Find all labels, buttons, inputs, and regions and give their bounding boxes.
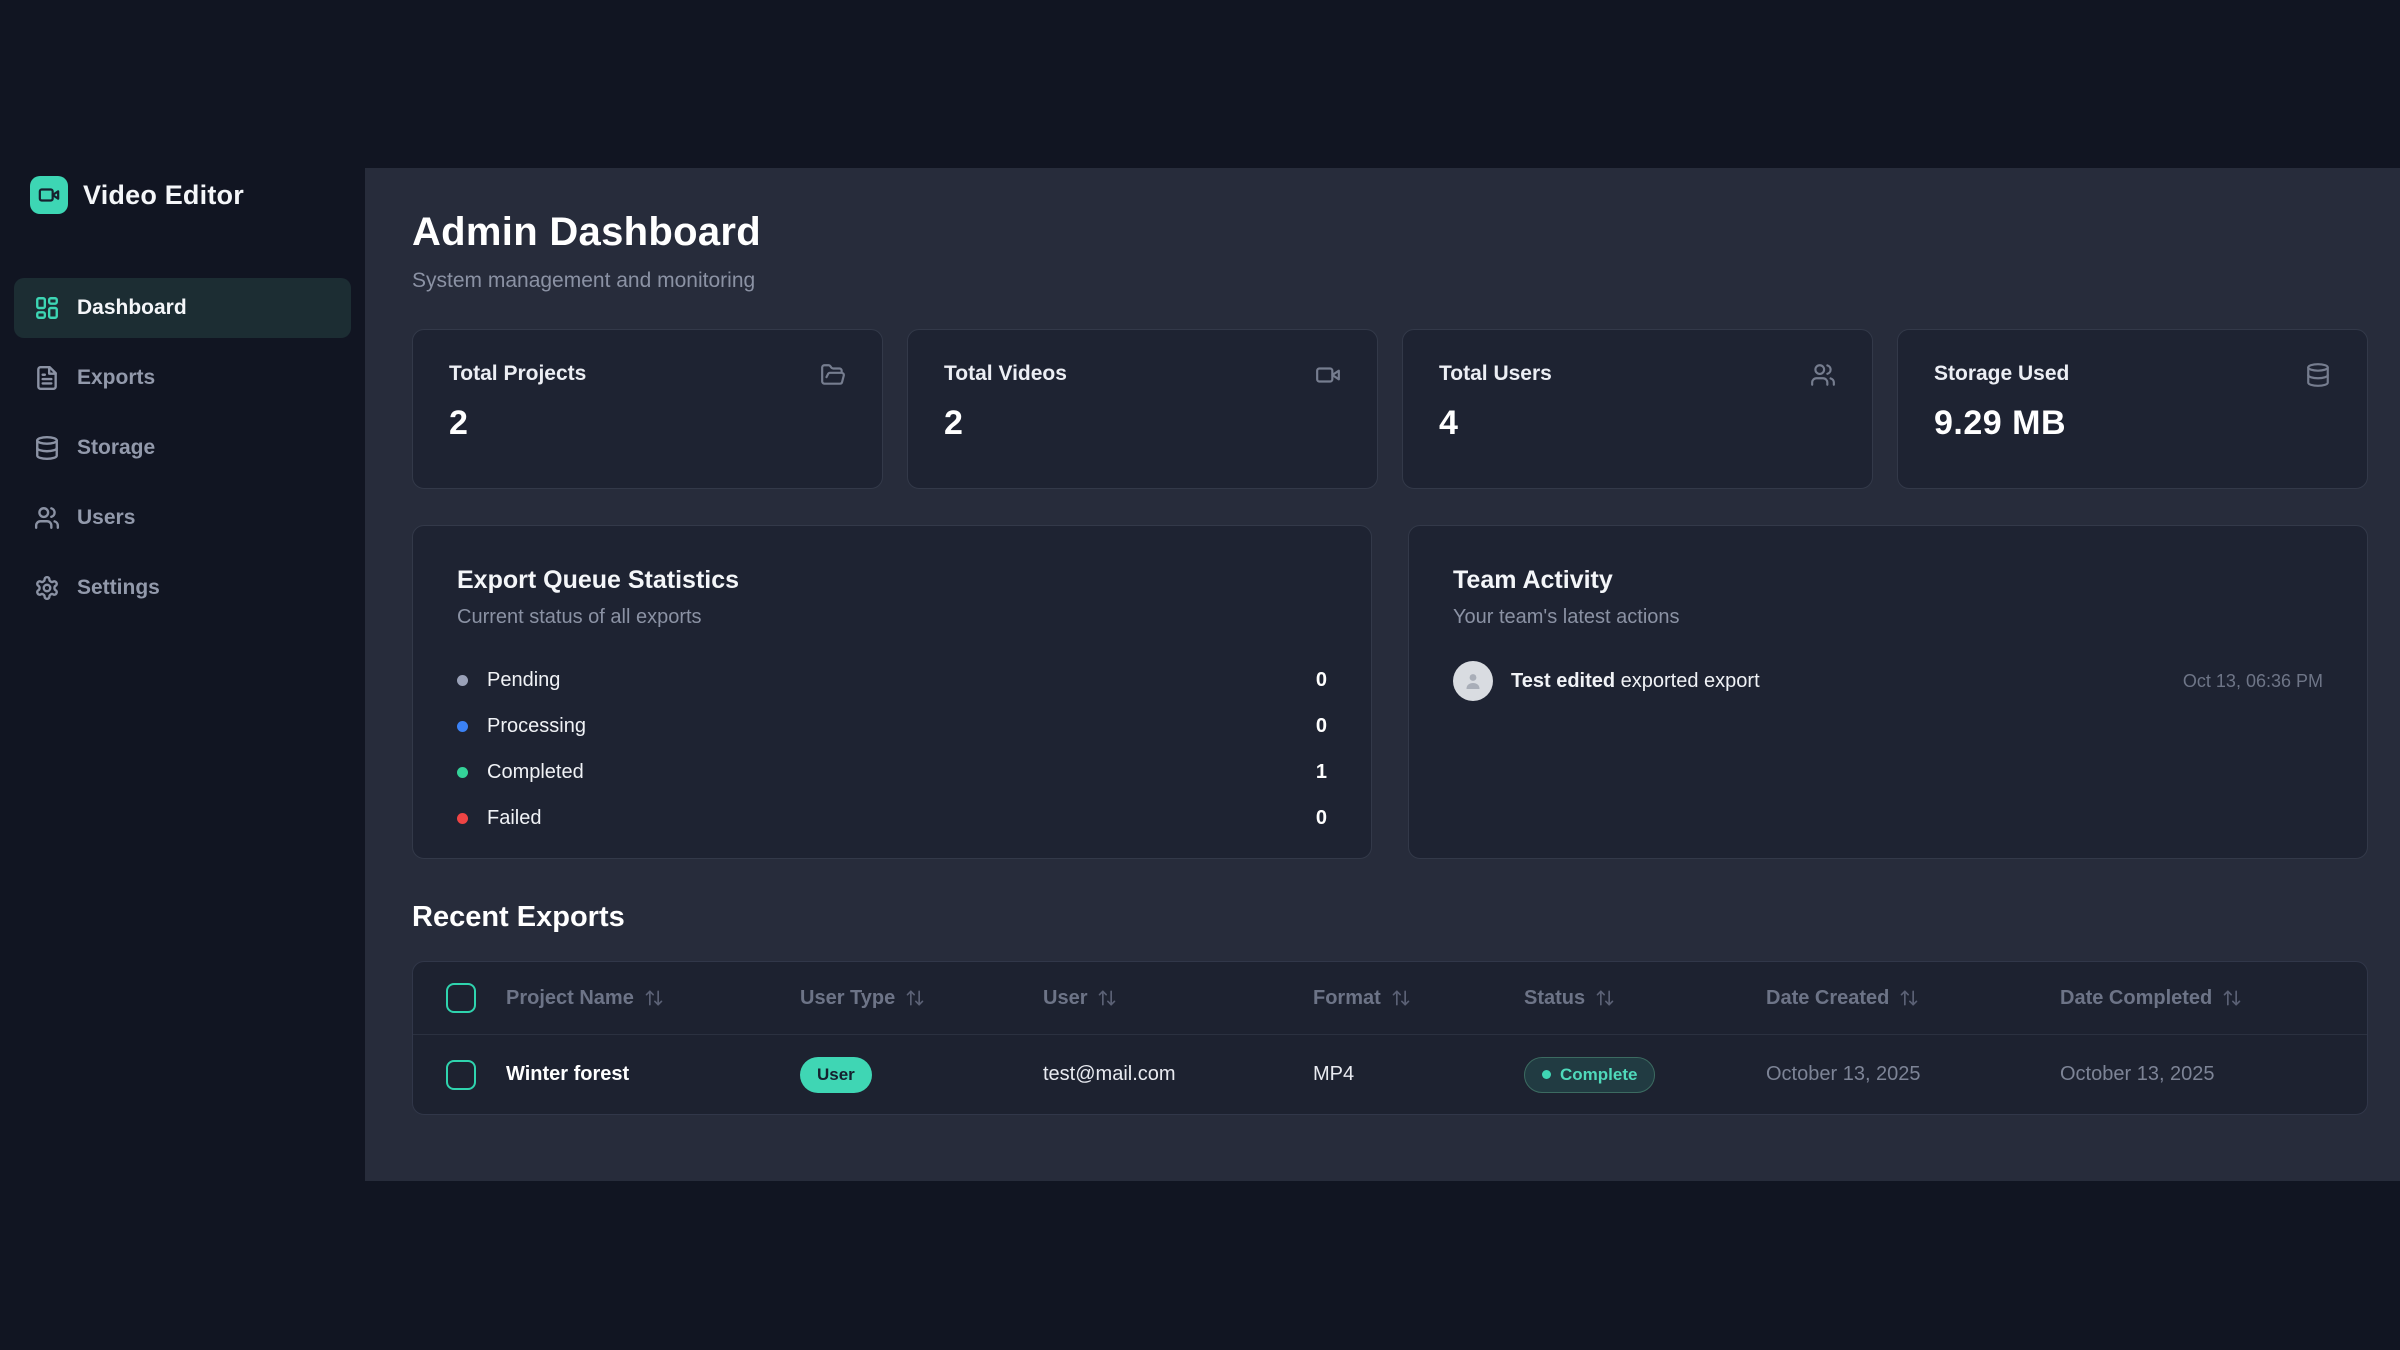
stat-label: Total Users xyxy=(1439,362,1552,386)
queue-row-processing: Processing 0 xyxy=(457,703,1327,749)
status-dot xyxy=(1542,1070,1551,1079)
stat-value: 2 xyxy=(944,404,1341,443)
stat-value: 4 xyxy=(1439,404,1836,443)
stats-row: Total Projects 2 Total Videos 2 Total Us… xyxy=(412,329,2368,489)
column-header-status[interactable]: Status xyxy=(1524,987,1766,1010)
database-icon xyxy=(34,435,60,461)
app-logo-row: Video Editor xyxy=(30,176,365,214)
export-queue-card: Export Queue Statistics Current status o… xyxy=(412,525,1372,859)
sidebar-item-label: Exports xyxy=(77,366,155,390)
sidebar-item-settings[interactable]: Settings xyxy=(14,558,351,618)
sort-icon xyxy=(1391,988,1411,1008)
failed-status-dot xyxy=(457,813,468,824)
sort-icon xyxy=(1595,988,1615,1008)
column-header-date-created[interactable]: Date Created xyxy=(1766,987,2060,1010)
sort-icon xyxy=(2222,988,2242,1008)
row-checkbox[interactable] xyxy=(446,1060,476,1090)
cell-date-created: October 13, 2025 xyxy=(1766,1063,2060,1086)
user-type-badge: User xyxy=(800,1057,872,1093)
sidebar-item-label: Dashboard xyxy=(77,296,187,320)
cell-format: MP4 xyxy=(1313,1063,1524,1086)
sidebar-item-storage[interactable]: Storage xyxy=(14,418,351,478)
page-title: Admin Dashboard xyxy=(412,210,2368,255)
sidebar-item-users[interactable]: Users xyxy=(14,488,351,548)
queue-row-pending: Pending 0 xyxy=(457,657,1327,703)
column-header-user[interactable]: User xyxy=(1043,987,1313,1010)
activity-text: Test edited exported export xyxy=(1511,670,1760,693)
export-queue-subtitle: Current status of all exports xyxy=(457,606,1327,629)
cell-project-name: Winter forest xyxy=(506,1063,800,1086)
recent-exports-table: Project Name User Type User Format Statu… xyxy=(412,961,2368,1115)
activity-item: Test edited exported export Oct 13, 06:3… xyxy=(1453,661,2323,701)
export-queue-title: Export Queue Statistics xyxy=(457,566,1327,595)
stat-card-storage-used: Storage Used 9.29 MB xyxy=(1897,329,2368,489)
stat-card-total-projects: Total Projects 2 xyxy=(412,329,883,489)
table-row[interactable]: Winter forest User test@mail.com MP4 Com… xyxy=(413,1034,2367,1114)
team-activity-subtitle: Your team's latest actions xyxy=(1453,606,2323,629)
sort-icon xyxy=(905,988,925,1008)
main-content: Admin Dashboard System management and mo… xyxy=(365,168,2400,1181)
select-all-checkbox[interactable] xyxy=(446,983,476,1013)
stat-label: Storage Used xyxy=(1934,362,2069,386)
user-avatar xyxy=(1453,661,1493,701)
sidebar-item-label: Storage xyxy=(77,436,155,460)
processing-status-dot xyxy=(457,721,468,732)
sidebar-item-exports[interactable]: Exports xyxy=(14,348,351,408)
file-text-icon xyxy=(34,365,60,391)
stat-card-total-users: Total Users 4 xyxy=(1402,329,1873,489)
sort-icon xyxy=(1899,988,1919,1008)
folder-open-icon xyxy=(820,362,846,388)
column-header-user-type[interactable]: User Type xyxy=(800,987,1043,1010)
sidebar: Video Editor Dashboard Exports Storage U… xyxy=(0,0,365,1350)
app-title: Video Editor xyxy=(83,180,244,211)
cell-date-completed: October 13, 2025 xyxy=(2060,1063,2367,1086)
queue-row-failed: Failed 0 xyxy=(457,795,1327,841)
stat-value: 2 xyxy=(449,404,846,443)
database-icon xyxy=(2305,362,2331,388)
pending-status-dot xyxy=(457,675,468,686)
recent-exports-title: Recent Exports xyxy=(412,901,2368,934)
sidebar-item-dashboard[interactable]: Dashboard xyxy=(14,278,351,338)
dashboard-icon xyxy=(34,295,60,321)
queue-row-completed: Completed 1 xyxy=(457,749,1327,795)
team-activity-card: Team Activity Your team's latest actions… xyxy=(1408,525,2368,859)
cell-user-email: test@mail.com xyxy=(1043,1063,1313,1086)
sort-icon xyxy=(1097,988,1117,1008)
activity-timestamp: Oct 13, 06:36 PM xyxy=(2183,671,2323,692)
table-header-row: Project Name User Type User Format Statu… xyxy=(413,962,2367,1034)
sort-icon xyxy=(644,988,664,1008)
users-icon xyxy=(34,505,60,531)
stat-card-total-videos: Total Videos 2 xyxy=(907,329,1378,489)
sidebar-item-label: Users xyxy=(77,506,135,530)
gear-icon xyxy=(34,575,60,601)
stat-label: Total Videos xyxy=(944,362,1067,386)
stat-value: 9.29 MB xyxy=(1934,404,2331,443)
video-camera-icon xyxy=(1315,362,1341,388)
sidebar-nav: Dashboard Exports Storage Users Settings xyxy=(14,278,351,618)
sidebar-item-label: Settings xyxy=(77,576,160,600)
column-header-project-name[interactable]: Project Name xyxy=(506,987,800,1010)
page-subtitle: System management and monitoring xyxy=(412,269,2368,293)
team-activity-title: Team Activity xyxy=(1453,566,2323,595)
completed-status-dot xyxy=(457,767,468,778)
video-camera-logo-icon xyxy=(30,176,68,214)
stat-label: Total Projects xyxy=(449,362,586,386)
column-header-format[interactable]: Format xyxy=(1313,987,1524,1010)
status-badge: Complete xyxy=(1524,1057,1655,1093)
column-header-date-completed[interactable]: Date Completed xyxy=(2060,987,2367,1010)
users-icon xyxy=(1810,362,1836,388)
